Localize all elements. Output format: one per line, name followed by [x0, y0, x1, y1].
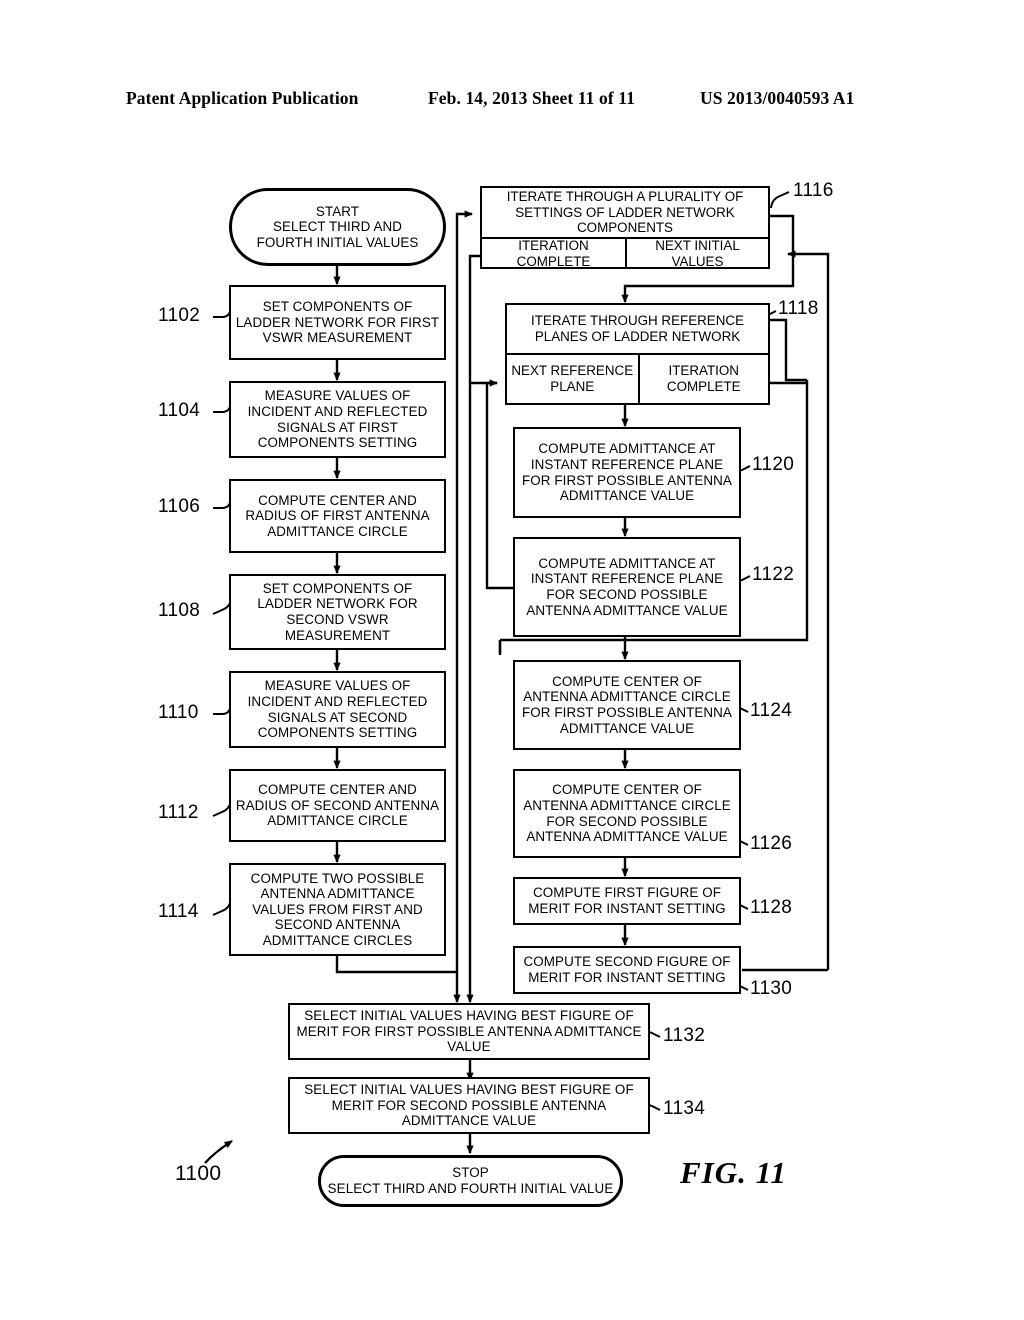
numeral-1124: 1124: [750, 700, 793, 721]
process-1106[interactable]: COMPUTE CENTER AND RADIUS OF FIRST ANTEN…: [229, 479, 446, 553]
process-1128-label: COMPUTE FIRST FIGURE OF MERIT FOR INSTAN…: [528, 885, 726, 916]
iterate-settings-1116-title: ITERATE THROUGH A PLURALITY OF SETTINGS …: [482, 188, 768, 239]
process-1120-label: COMPUTE ADMITTANCE AT INSTANT REFERENCE …: [522, 441, 732, 504]
process-1132-label: SELECT INITIAL VALUES HAVING BEST FIGURE…: [296, 1008, 642, 1055]
iteration-complete-1118[interactable]: ITERATION COMPLETE: [637, 355, 769, 403]
patent-drawing-sheet: Patent Application Publication Feb. 14, …: [0, 0, 1024, 1320]
numeral-1130: 1130: [750, 978, 793, 999]
process-1128[interactable]: COMPUTE FIRST FIGURE OF MERIT FOR INSTAN…: [513, 877, 741, 925]
next-reference-plane-1118[interactable]: NEXT REFERENCE PLANE: [507, 355, 638, 403]
stop-terminator[interactable]: STOP SELECT THIRD AND FOURTH INITIAL VAL…: [318, 1155, 623, 1207]
process-1132[interactable]: SELECT INITIAL VALUES HAVING BEST FIGURE…: [288, 1003, 650, 1060]
process-1114[interactable]: COMPUTE TWO POSSIBLE ANTENNA ADMITTANCE …: [229, 863, 446, 956]
iteration-complete-1116[interactable]: ITERATION COMPLETE: [482, 238, 625, 269]
iterate-reference-planes-1118-title: ITERATE THROUGH REFERENCE PLANES OF LADD…: [507, 305, 768, 355]
process-1134[interactable]: SELECT INITIAL VALUES HAVING BEST FIGURE…: [288, 1077, 650, 1134]
figure-label: FIG. 11: [680, 1155, 787, 1190]
numeral-1120: 1120: [752, 454, 795, 475]
iterate-reference-planes-1118[interactable]: ITERATE THROUGH REFERENCE PLANES OF LADD…: [505, 303, 770, 405]
start-line-1: START: [315, 203, 360, 219]
process-1102-label: SET COMPONENTS OF LADDER NETWORK FOR FIR…: [235, 299, 440, 346]
process-1112[interactable]: COMPUTE CENTER AND RADIUS OF SECOND ANTE…: [229, 769, 446, 842]
numeral-1126: 1126: [750, 833, 793, 854]
numeral-1106: 1106: [158, 496, 201, 517]
numeral-1132: 1132: [663, 1025, 706, 1046]
process-1108-label: SET COMPONENTS OF LADDER NETWORK FOR SEC…: [257, 580, 418, 643]
iterate-settings-1116[interactable]: ITERATE THROUGH A PLURALITY OF SETTINGS …: [480, 186, 770, 269]
process-1130[interactable]: COMPUTE SECOND FIGURE OF MERIT FOR INSTA…: [513, 946, 741, 994]
process-1112-label: COMPUTE CENTER AND RADIUS OF SECOND ANTE…: [235, 782, 440, 829]
numeral-1128: 1128: [750, 897, 793, 918]
numeral-1134: 1134: [663, 1098, 706, 1119]
numeral-1100: 1100: [175, 1162, 222, 1185]
process-1108[interactable]: SET COMPONENTS OF LADDER NETWORK FOR SEC…: [229, 574, 446, 650]
process-1122-label: COMPUTE ADMITTANCE AT INSTANT REFERENCE …: [526, 555, 728, 618]
start-line-2: SELECT THIRD AND: [272, 219, 403, 235]
process-1114-label: COMPUTE TWO POSSIBLE ANTENNA ADMITTANCE …: [250, 870, 425, 948]
process-1102[interactable]: SET COMPONENTS OF LADDER NETWORK FOR FIR…: [229, 285, 446, 360]
numeral-1104: 1104: [158, 400, 201, 421]
start-line-3: FOURTH INITIAL VALUES: [256, 234, 419, 250]
process-1124-label: COMPUTE CENTER OF ANTENNA ADMITTANCE CIR…: [522, 673, 732, 736]
numeral-1122: 1122: [752, 564, 795, 585]
process-1106-label: COMPUTE CENTER AND RADIUS OF FIRST ANTEN…: [245, 492, 430, 539]
start-terminator[interactable]: START SELECT THIRD AND FOURTH INITIAL VA…: [229, 188, 446, 266]
process-1124[interactable]: COMPUTE CENTER OF ANTENNA ADMITTANCE CIR…: [513, 660, 741, 750]
process-1126-label: COMPUTE CENTER OF ANTENNA ADMITTANCE CIR…: [523, 782, 731, 845]
process-1104[interactable]: MEASURE VALUES OF INCIDENT AND REFLECTED…: [229, 381, 446, 458]
numeral-1118: 1118: [778, 298, 819, 319]
numeral-1102: 1102: [158, 305, 201, 326]
numeral-1112: 1112: [158, 802, 199, 823]
process-1120[interactable]: COMPUTE ADMITTANCE AT INSTANT REFERENCE …: [513, 427, 741, 518]
next-initial-values-1116[interactable]: NEXT INITIAL VALUES: [625, 238, 768, 269]
process-1104-label: MEASURE VALUES OF INCIDENT AND REFLECTED…: [247, 388, 428, 451]
process-1134-label: SELECT INITIAL VALUES HAVING BEST FIGURE…: [304, 1082, 634, 1129]
numeral-1116: 1116: [793, 180, 834, 201]
process-1130-label: COMPUTE SECOND FIGURE OF MERIT FOR INSTA…: [523, 954, 731, 985]
process-1110[interactable]: MEASURE VALUES OF INCIDENT AND REFLECTED…: [229, 671, 446, 748]
process-1110-label: MEASURE VALUES OF INCIDENT AND REFLECTED…: [247, 678, 428, 741]
stop-line-2: SELECT THIRD AND FOURTH INITIAL VALUE: [327, 1181, 614, 1196]
numeral-1110: 1110: [158, 702, 199, 723]
process-1122[interactable]: COMPUTE ADMITTANCE AT INSTANT REFERENCE …: [513, 537, 741, 637]
numeral-1108: 1108: [158, 600, 201, 621]
stop-line-1: STOP: [452, 1165, 489, 1181]
process-1126[interactable]: COMPUTE CENTER OF ANTENNA ADMITTANCE CIR…: [513, 769, 741, 858]
numeral-1114: 1114: [158, 901, 199, 922]
